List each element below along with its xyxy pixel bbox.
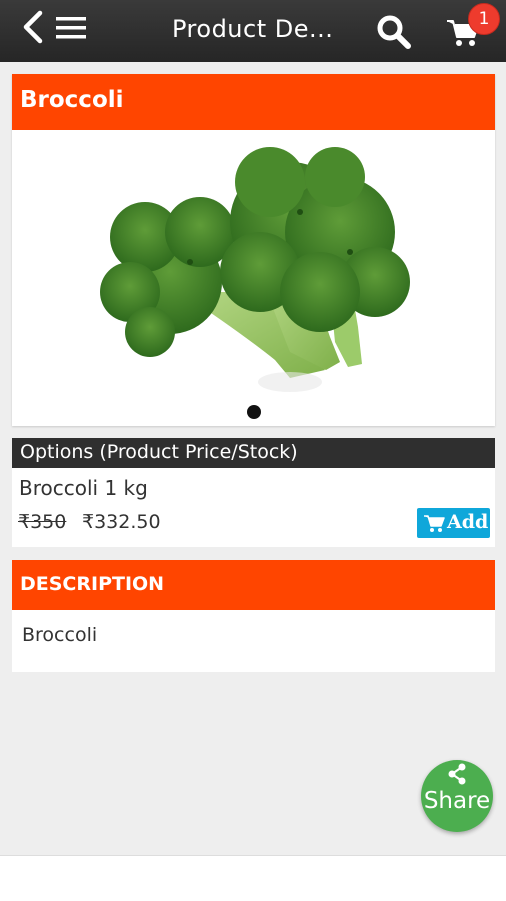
search-icon[interactable] (376, 14, 412, 50)
variant-name: Broccoli 1 kg (19, 476, 148, 500)
description-body: Broccoli (12, 610, 495, 672)
description-header: DESCRIPTION (12, 560, 495, 610)
back-icon[interactable] (20, 10, 46, 44)
broccoli-image (100, 147, 410, 392)
options-header: Options (Product Price/Stock) (12, 438, 495, 468)
product-card: Broccoli (12, 74, 495, 426)
share-button[interactable]: Share (421, 760, 493, 832)
product-name: Broccoli (20, 87, 124, 113)
description-text: Broccoli (22, 624, 98, 646)
cart-count-badge[interactable]: 1 (468, 3, 500, 35)
share-label: Share (423, 788, 491, 814)
add-to-cart-button[interactable]: Add (417, 508, 490, 538)
page-title: Product De... (172, 15, 334, 43)
share-icon (448, 763, 466, 785)
bottom-area (0, 855, 506, 901)
original-price: ₹350 (18, 511, 67, 533)
carousel-indicator[interactable] (247, 405, 261, 419)
description-title: DESCRIPTION (20, 573, 165, 595)
add-button-label: Add (447, 511, 489, 533)
option-row: Broccoli 1 kg ₹350 ₹332.50 Add (12, 468, 495, 547)
options-title: Options (Product Price/Stock) (20, 441, 298, 463)
top-app-bar: Product De... 1 (0, 0, 506, 62)
cart-icon (424, 515, 445, 532)
product-header: Broccoli (12, 74, 495, 130)
menu-icon[interactable] (56, 15, 86, 41)
discounted-price: ₹332.50 (82, 511, 161, 533)
